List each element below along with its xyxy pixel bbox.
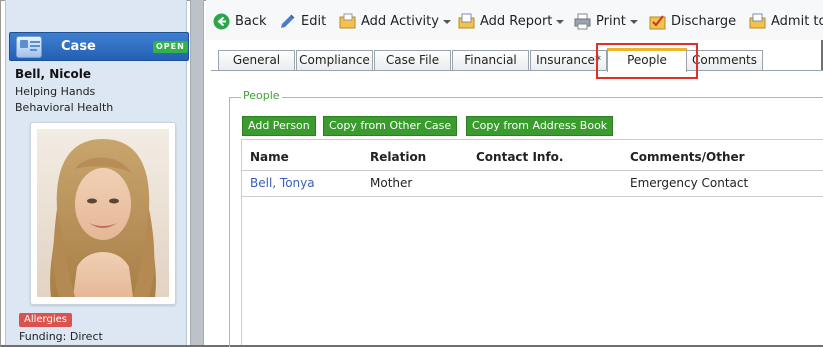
print-label: Print (596, 13, 626, 29)
status-badge: OPEN (153, 41, 188, 53)
tab-financial[interactable]: Financial (452, 50, 529, 71)
chevron-down-icon (556, 20, 565, 24)
admit-to-label: Admit to (771, 13, 823, 29)
service-name: Behavioral Health (15, 101, 114, 114)
edit-label: Edit (301, 13, 327, 29)
column-header-contact-info[interactable]: Contact Info. (476, 150, 564, 164)
column-header-comments[interactable]: Comments/Other (630, 150, 745, 164)
client-photo (30, 122, 176, 305)
column-header-name[interactable]: Name (250, 150, 289, 164)
tab-general[interactable]: General (218, 50, 295, 71)
back-arrow-icon (213, 13, 230, 30)
table-top-border (241, 139, 823, 140)
activity-folder-icon (339, 13, 356, 30)
program-name: Helping Hands (15, 85, 96, 98)
admit-to-button[interactable]: Admit to (749, 12, 823, 30)
chevron-down-icon (629, 20, 638, 24)
chevron-down-icon (442, 20, 451, 24)
add-report-label: Add Report (480, 13, 553, 29)
admit-icon (749, 13, 766, 30)
people-legend: People (241, 89, 282, 102)
back-label: Back (235, 13, 267, 29)
discharge-button[interactable]: Discharge (649, 12, 736, 30)
allergies-badge[interactable]: Allergies (19, 313, 72, 327)
add-person-button[interactable]: Add Person (242, 116, 316, 136)
column-header-relation[interactable]: Relation (370, 150, 426, 164)
tab-strip-baseline (211, 70, 823, 71)
copy-from-other-case-button[interactable]: Copy from Other Case (323, 116, 458, 136)
table-row-divider (241, 196, 823, 197)
case-header[interactable]: Case OPEN (9, 32, 189, 61)
case-title: Case (61, 39, 96, 54)
table-header-divider (241, 170, 823, 171)
discharge-check-icon (649, 13, 666, 30)
print-button[interactable]: Print (574, 12, 638, 30)
report-icon (458, 13, 475, 30)
person-relation: Mother (370, 176, 413, 190)
tab-compliance[interactable]: Compliance (296, 50, 373, 71)
edit-pencil-icon (279, 13, 296, 30)
copy-from-address-book-button[interactable]: Copy from Address Book (466, 116, 614, 136)
panel-splitter[interactable] (190, 0, 204, 345)
case-sidebar: Case OPEN Bell, Nicole Helping Hands Beh… (5, 0, 189, 345)
add-activity-button[interactable]: Add Activity (339, 12, 451, 30)
back-button[interactable]: Back (213, 12, 267, 30)
funding-text: Funding: Direct (19, 330, 103, 343)
discharge-label: Discharge (671, 13, 737, 29)
tab-case-file[interactable]: Case File (374, 50, 451, 71)
toolbar: Back Edit Add Activity Add Report Print … (206, 0, 823, 40)
printer-icon (574, 13, 591, 30)
add-activity-label: Add Activity (361, 13, 439, 29)
add-report-button[interactable]: Add Report (458, 12, 565, 30)
person-name-link[interactable]: Bell, Tonya (250, 176, 315, 190)
case-card-icon (16, 36, 42, 58)
client-name: Bell, Nicole (15, 67, 92, 81)
edit-button[interactable]: Edit (279, 12, 326, 30)
person-comments: Emergency Contact (630, 176, 749, 190)
active-tab-highlight (596, 43, 698, 79)
